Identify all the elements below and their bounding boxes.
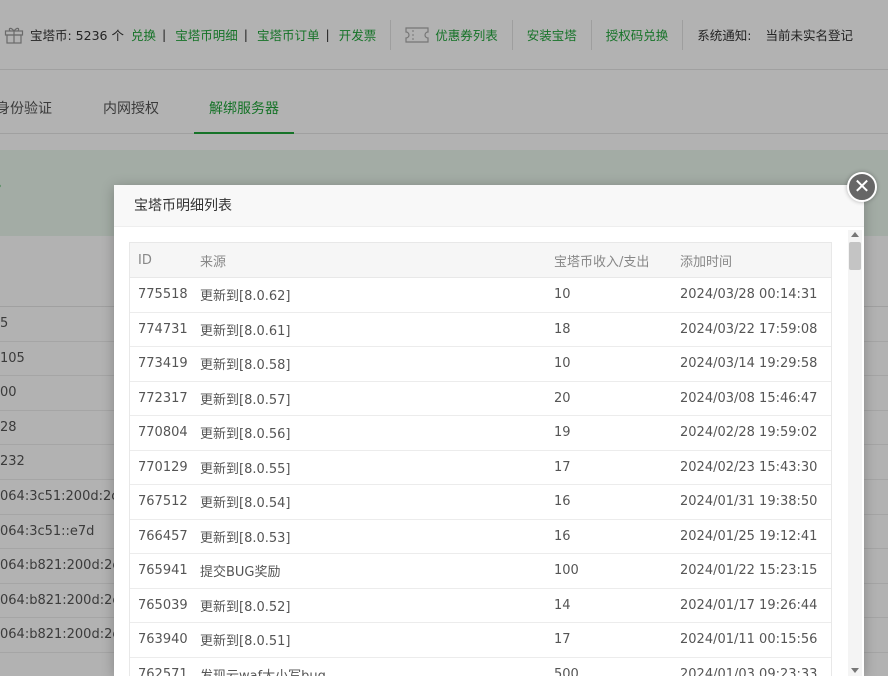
cell-id: 770804 — [130, 415, 192, 451]
cell-amount: 20 — [546, 381, 672, 416]
cell-source: 更新到[8.0.57] — [192, 381, 546, 416]
cell-source: 更新到[8.0.53] — [192, 519, 546, 554]
table-row: 765039 更新到[8.0.52] 14 2024/01/17 19:26:44 — [130, 588, 831, 623]
cell-time: 2024/03/08 15:46:47 — [672, 381, 831, 416]
table-row: 765941 提交BUG奖励 100 2024/01/22 15:23:15 — [130, 553, 831, 589]
cell-amount: 10 — [546, 277, 672, 313]
cell-id: 765941 — [130, 553, 192, 589]
cell-time: 2024/01/03 09:23:33 — [672, 657, 831, 676]
scroll-thumb[interactable] — [849, 242, 861, 270]
table-row: 774731 更新到[8.0.61] 18 2024/03/22 17:59:08 — [130, 312, 831, 347]
cell-id: 763940 — [130, 622, 192, 658]
table-row: 762571发现云waf大小写bug5002024/01/03 09:23:33 — [130, 657, 831, 676]
cell-id: 766457 — [130, 519, 192, 554]
cell-id: 762571 — [130, 657, 192, 676]
cell-time: 2024/02/28 19:59:02 — [672, 415, 831, 451]
table-row: 775518 更新到[8.0.62] 10 2024/03/28 00:14:31 — [130, 277, 831, 313]
cell-amount: 100 — [546, 553, 672, 589]
cell-amount: 17 — [546, 622, 672, 658]
column-header-id: ID — [130, 242, 192, 278]
cell-source: 更新到[8.0.61] — [192, 312, 546, 347]
cell-source: 更新到[8.0.62] — [192, 277, 546, 313]
cell-amount: 18 — [546, 312, 672, 347]
cell-source: 发现云waf大小写bug — [192, 657, 546, 676]
cell-time: 2024/01/11 00:15:56 — [672, 622, 831, 658]
cell-amount: 17 — [546, 450, 672, 485]
cell-id: 773419 — [130, 346, 192, 382]
scroll-down-arrow-icon[interactable] — [851, 668, 859, 673]
table-row: 772317 更新到[8.0.57] 20 2024/03/08 15:46:47 — [130, 381, 831, 416]
close-icon: ✕ — [853, 174, 871, 198]
table-row: 763940 更新到[8.0.51] 17 2024/01/11 00:15:56 — [130, 622, 831, 658]
column-header-time: 添加时间 — [672, 242, 831, 278]
cell-time: 2024/03/22 17:59:08 — [672, 312, 831, 347]
cell-amount: 14 — [546, 588, 672, 623]
scroll-up-arrow-icon[interactable] — [851, 232, 859, 237]
cell-id: 770129 — [130, 450, 192, 485]
modal-scrollbar[interactable] — [848, 230, 862, 676]
table-row: 767512 更新到[8.0.54] 16 2024/01/31 19:38:50 — [130, 484, 831, 520]
cell-amount: 16 — [546, 519, 672, 554]
cell-amount: 500 — [546, 657, 672, 676]
coin-detail-table: ID 来源 宝塔币收入/支出 添加时间 775518 更新到[8.0.62] 10 2… — [129, 242, 832, 676]
cell-source: 更新到[8.0.54] — [192, 484, 546, 520]
cell-id: 775518 — [130, 277, 192, 313]
coin-detail-modal: 宝塔币明细列表 ID 来源 宝塔币收入/支出 添加时间 775518 更新到[8.… — [114, 185, 864, 676]
table-row: 766457 更新到[8.0.53] 16 2024/01/25 19:12:41 — [130, 519, 831, 554]
cell-id: 772317 — [130, 381, 192, 416]
cell-time: 2024/02/23 15:43:30 — [672, 450, 831, 485]
cell-time: 2024/01/22 15:23:15 — [672, 553, 831, 589]
table-row: 770129 更新到[8.0.55] 17 2024/02/23 15:43:30 — [130, 450, 831, 485]
cell-source: 更新到[8.0.58] — [192, 346, 546, 382]
cell-time: 2024/01/31 19:38:50 — [672, 484, 831, 520]
cell-time: 2024/03/28 00:14:31 — [672, 277, 831, 313]
close-modal-button[interactable]: ✕ — [847, 172, 877, 202]
cell-amount: 19 — [546, 415, 672, 451]
cell-time: 2024/01/25 19:12:41 — [672, 519, 831, 554]
cell-source: 更新到[8.0.55] — [192, 450, 546, 485]
table-row: 773419 更新到[8.0.58] 10 2024/03/14 19:29:58 — [130, 346, 831, 382]
cell-source: 更新到[8.0.56] — [192, 415, 546, 451]
table-row: 770804 更新到[8.0.56] 19 2024/02/28 19:59:02 — [130, 415, 831, 451]
cell-id: 767512 — [130, 484, 192, 520]
cell-id: 765039 — [130, 588, 192, 623]
cell-source: 更新到[8.0.52] — [192, 588, 546, 623]
table-header-row: ID 来源 宝塔币收入/支出 添加时间 — [130, 242, 831, 278]
cell-amount: 16 — [546, 484, 672, 520]
modal-title: 宝塔币明细列表 — [114, 185, 864, 227]
cell-source: 更新到[8.0.51] — [192, 622, 546, 658]
column-header-amount: 宝塔币收入/支出 — [546, 242, 672, 278]
cell-source: 提交BUG奖励 — [192, 553, 546, 589]
cell-amount: 10 — [546, 346, 672, 382]
column-header-source: 来源 — [192, 242, 546, 278]
cell-time: 2024/03/14 19:29:58 — [672, 346, 831, 382]
cell-time: 2024/01/17 19:26:44 — [672, 588, 831, 623]
cell-id: 774731 — [130, 312, 192, 347]
